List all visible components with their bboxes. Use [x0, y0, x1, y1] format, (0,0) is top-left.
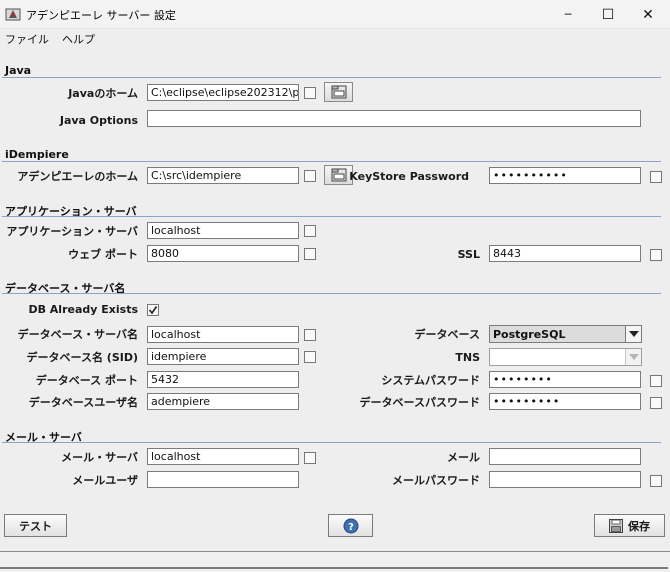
chevron-down-icon [625, 326, 641, 342]
mail-server-checkbox[interactable] [304, 452, 316, 464]
db-password-checkbox[interactable] [650, 397, 662, 409]
db-port-field[interactable]: 5432 [147, 371, 299, 388]
section-java-title: Java [5, 64, 32, 77]
mail-address-label: メール [447, 451, 480, 464]
save-button[interactable]: 保存 [594, 514, 665, 537]
menu-help[interactable]: ヘルプ [62, 31, 95, 47]
mail-address-field[interactable] [489, 448, 641, 465]
db-type-select[interactable]: PostgreSQL [489, 325, 642, 343]
db-name-label: データベース名 (SID) [26, 351, 138, 364]
test-button-label: テスト [19, 519, 52, 533]
db-exists-checkbox[interactable] [147, 304, 159, 316]
mail-password-field[interactable] [489, 471, 641, 488]
section-mail-divider [2, 442, 661, 443]
folder-icon [331, 85, 346, 99]
java-home-field[interactable]: C:\eclipse\eclipse202312\plug [147, 84, 299, 101]
keystore-password-label: KeyStore Password [349, 170, 469, 183]
close-button[interactable]: ✕ [626, 0, 670, 29]
status-bar-field [0, 552, 668, 569]
svg-text:?: ? [348, 522, 354, 533]
tns-label: TNS [455, 351, 480, 364]
folder-icon [331, 168, 346, 182]
web-port-checkbox[interactable] [304, 248, 316, 260]
minimize-icon: ─ [564, 8, 572, 21]
mail-server-label: メール・サーバ [61, 451, 138, 464]
web-port-field[interactable]: 8080 [147, 245, 299, 262]
db-exists-label: DB Already Exists [28, 303, 138, 316]
tns-select[interactable] [489, 348, 642, 366]
mail-server-field[interactable]: localhost [147, 448, 299, 465]
mail-password-label: メールパスワード [392, 474, 480, 487]
db-user-label: データベースユーザ名 [28, 396, 138, 409]
system-password-field[interactable]: •••••••• [489, 371, 641, 388]
java-home-browse-button[interactable] [324, 82, 353, 102]
ssl-port-field[interactable]: 8443 [489, 245, 641, 262]
menu-bar: ファイル ヘルプ [0, 29, 670, 49]
mail-user-label: メールユーザ [72, 474, 138, 487]
db-server-label: データベース・サーバ名 [17, 328, 138, 341]
section-appserver-divider [2, 216, 661, 217]
maximize-icon: ☐ [601, 6, 615, 23]
java-options-label: Java Options [59, 114, 138, 127]
system-password-checkbox[interactable] [650, 375, 662, 387]
db-server-field[interactable]: localhost [147, 326, 299, 343]
status-bar [0, 551, 670, 572]
java-home-checkbox[interactable] [304, 87, 316, 99]
idempiere-home-checkbox[interactable] [304, 170, 316, 182]
menu-file[interactable]: ファイル [5, 31, 49, 47]
mail-password-checkbox[interactable] [650, 475, 662, 487]
app-logo-icon [5, 8, 21, 21]
checkmark-icon [148, 306, 158, 315]
db-user-field[interactable]: adempiere [147, 393, 299, 410]
save-button-label: 保存 [628, 519, 650, 533]
mail-user-field[interactable] [147, 471, 299, 488]
maximize-button[interactable]: ☐ [586, 0, 630, 29]
section-idempiere-title: iDempiere [5, 148, 69, 161]
db-server-checkbox[interactable] [304, 329, 316, 341]
db-name-field[interactable]: idempiere [147, 348, 299, 365]
help-icon: ? [343, 518, 358, 533]
appserver-field[interactable]: localhost [147, 222, 299, 239]
java-home-label: Javaのホーム [68, 87, 138, 100]
minimize-button[interactable]: ─ [546, 0, 590, 29]
test-button[interactable]: テスト [4, 514, 67, 537]
idempiere-home-field[interactable]: C:\src\idempiere [147, 167, 299, 184]
db-type-value: PostgreSQL [493, 328, 566, 341]
keystore-password-checkbox[interactable] [650, 171, 662, 183]
idempiere-home-label: アデンピエーレのホーム [17, 170, 138, 183]
db-type-label: データベース [414, 328, 480, 341]
help-button[interactable]: ? [328, 514, 373, 537]
save-icon [609, 518, 623, 533]
system-password-label: システムパスワード [381, 374, 480, 387]
chevron-down-icon [625, 349, 641, 365]
ssl-port-label: SSL [457, 248, 480, 261]
section-idempiere-divider [2, 161, 661, 162]
ssl-port-checkbox[interactable] [650, 249, 662, 261]
web-port-label: ウェブ ポート [68, 248, 138, 261]
keystore-password-field[interactable]: •••••••••• [489, 167, 641, 184]
appserver-label: アプリケーション・サーバ [6, 225, 138, 238]
close-icon: ✕ [642, 6, 654, 23]
window-title: アデンピエーレ サーバー 設定 [26, 9, 176, 22]
db-port-label: データベース ポート [35, 374, 138, 387]
title-bar: アデンピエーレ サーバー 設定 ─ ☐ ✕ [0, 0, 670, 29]
java-options-field[interactable] [147, 110, 641, 127]
appserver-checkbox[interactable] [304, 225, 316, 237]
db-name-checkbox[interactable] [304, 351, 316, 363]
section-java-divider [2, 77, 661, 78]
db-password-label: データベースパスワード [359, 396, 480, 409]
db-password-field[interactable]: ••••••••• [489, 393, 641, 410]
section-database-divider [2, 293, 661, 294]
